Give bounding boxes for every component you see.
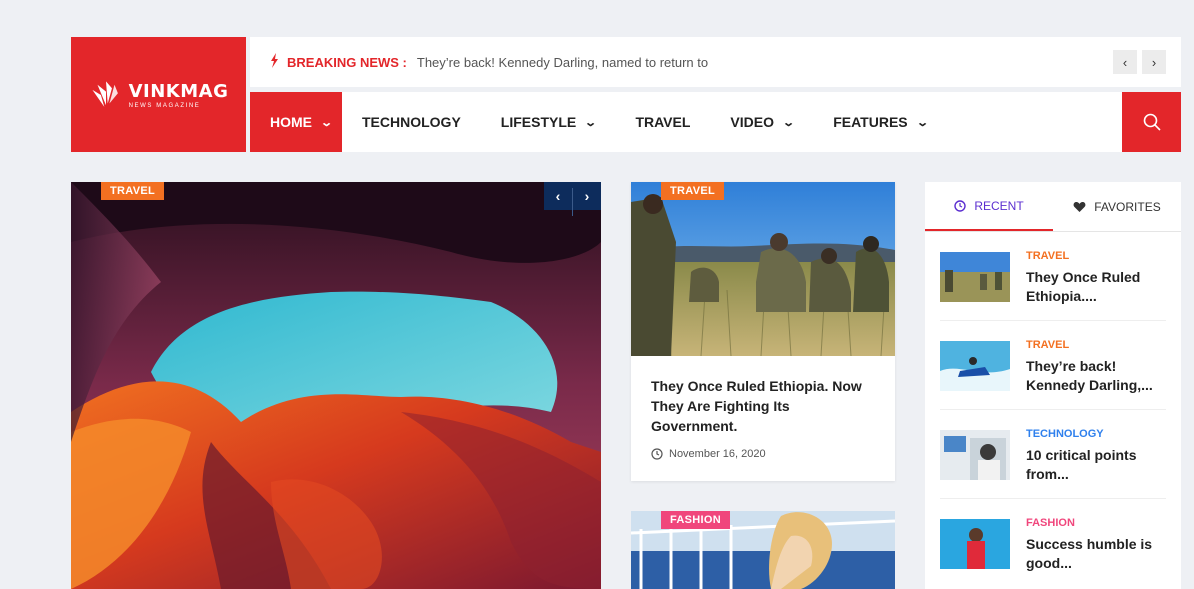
- nav-item-label: TRAVEL: [635, 114, 691, 130]
- list-item[interactable]: TRAVEL They Once Ruled Ethiopia....: [940, 232, 1166, 321]
- main-nav: HOME ⌄ TECHNOLOGY LIFESTYLE ⌄ TRAVEL VID…: [250, 92, 1181, 152]
- list-item-title[interactable]: 10 critical points from...: [1026, 446, 1166, 484]
- nav-item-lifestyle[interactable]: LIFESTYLE ⌄: [481, 92, 616, 152]
- chevron-down-icon: ⌄: [320, 116, 334, 129]
- sidebar-widget: RECENT FAVORITES TRAVEL They Once Ruled …: [925, 182, 1181, 589]
- thumbnail[interactable]: [940, 430, 1010, 480]
- bolt-icon: [270, 53, 279, 71]
- nav-item-home[interactable]: HOME ⌄: [250, 92, 342, 152]
- nav-item-label: TECHNOLOGY: [362, 114, 461, 130]
- logo-name: VINKMAG: [128, 80, 229, 102]
- list-item[interactable]: TRAVEL They’re back! Kennedy Darling,...: [940, 321, 1166, 410]
- nav-item-label: LIFESTYLE: [500, 114, 577, 130]
- article-meta: November 16, 2020: [631, 436, 895, 472]
- article-card[interactable]: FASHION: [631, 511, 895, 589]
- thumbnail[interactable]: [940, 519, 1010, 569]
- tab-favorites[interactable]: FAVORITES: [1053, 182, 1181, 231]
- logo-tagline: NEWS MAGAZINE: [128, 102, 201, 109]
- list-item[interactable]: TECHNOLOGY 10 critical points from...: [940, 410, 1166, 499]
- article-date: November 16, 2020: [669, 448, 766, 460]
- nav-item-video[interactable]: VIDEO ⌄: [710, 92, 813, 152]
- chevron-down-icon: ⌄: [584, 116, 598, 129]
- list-item-title[interactable]: They’re back! Kennedy Darling,...: [1026, 357, 1166, 395]
- hero-slider[interactable]: TRAVEL ‹ ›: [71, 182, 601, 589]
- tab-label: FAVORITES: [1094, 199, 1161, 214]
- tab-label: RECENT: [974, 198, 1024, 213]
- nav-item-travel[interactable]: TRAVEL: [615, 92, 710, 152]
- list-item-category[interactable]: TRAVEL: [1026, 339, 1166, 351]
- list-item-title[interactable]: They Once Ruled Ethiopia....: [1026, 268, 1166, 306]
- list-item-title[interactable]: Success humble is good...: [1026, 535, 1166, 573]
- list-item-category[interactable]: TRAVEL: [1026, 250, 1166, 262]
- nav-item-label: HOME: [270, 114, 312, 130]
- nav-item-technology[interactable]: TECHNOLOGY: [342, 92, 481, 152]
- chevron-down-icon: ⌄: [915, 116, 929, 129]
- hero-image: [71, 182, 601, 589]
- breaking-next-button[interactable]: ›: [1142, 50, 1166, 74]
- article-category-badge[interactable]: TRAVEL: [661, 182, 724, 200]
- nav-item-label: VIDEO: [730, 114, 774, 130]
- hero-next-button[interactable]: ›: [573, 182, 601, 210]
- clock-icon: [954, 199, 967, 212]
- breaking-news-headline[interactable]: They’re back! Kennedy Darling, named to …: [417, 55, 708, 70]
- list-item-category[interactable]: TECHNOLOGY: [1026, 428, 1166, 440]
- article-image: [631, 182, 895, 356]
- hero-prev-button[interactable]: ‹: [544, 182, 572, 210]
- nav-item-features[interactable]: FEATURES ⌄: [813, 92, 947, 152]
- list-item-category[interactable]: FASHION: [1026, 517, 1166, 529]
- chevron-down-icon: ⌄: [782, 116, 796, 129]
- site-logo[interactable]: VINKMAG NEWS MAGAZINE: [71, 37, 246, 152]
- breaking-prev-button[interactable]: ‹: [1113, 50, 1137, 74]
- breaking-news-bar: BREAKING NEWS : They’re back! Kennedy Da…: [250, 37, 1181, 87]
- nav-item-label: FEATURES: [833, 114, 908, 130]
- logo-mark-icon: [92, 80, 118, 107]
- search-button[interactable]: [1122, 92, 1181, 152]
- hero-category-badge[interactable]: TRAVEL: [101, 182, 164, 200]
- article-title[interactable]: They Once Ruled Ethiopia. Now They Are F…: [631, 356, 895, 436]
- thumbnail[interactable]: [940, 341, 1010, 391]
- article-card[interactable]: TRAVEL They Once Ruled Ethiopia. Now The…: [631, 182, 895, 481]
- heart-icon: [1073, 201, 1086, 212]
- article-category-badge[interactable]: FASHION: [661, 511, 730, 529]
- tab-recent[interactable]: RECENT: [925, 182, 1053, 231]
- list-item[interactable]: FASHION Success humble is good...: [940, 499, 1166, 588]
- clock-icon: [651, 448, 663, 460]
- search-icon: [1143, 113, 1161, 131]
- breaking-news-label: BREAKING NEWS :: [287, 54, 407, 70]
- thumbnail[interactable]: [940, 252, 1010, 302]
